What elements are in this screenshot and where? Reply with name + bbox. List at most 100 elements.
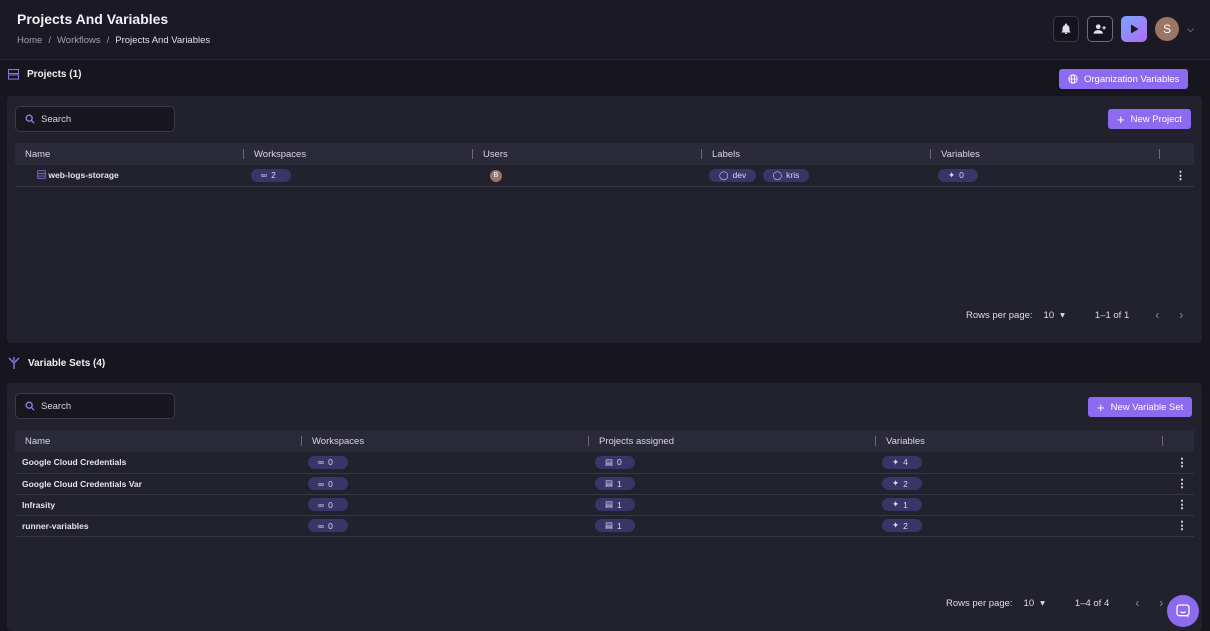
link-icon: ∞ — [261, 170, 268, 181]
column-header-workspaces[interactable]: Workspaces — [244, 143, 473, 165]
variables-chip[interactable]: ✦ 2 — [882, 477, 922, 490]
chevron-down-icon[interactable]: ⌵ — [1187, 24, 1194, 35]
row-menu-button[interactable]: ⋮ — [1163, 515, 1194, 537]
variables-chip[interactable]: ✦ 4 — [882, 455, 922, 469]
label-chip[interactable]: ◯ kris — [762, 168, 810, 182]
row-menu-button[interactable]: ⋮ — [1160, 165, 1194, 187]
variable-sets-search-input[interactable]: Search — [15, 393, 175, 419]
variables-chip[interactable]: ✦ 2 — [882, 519, 922, 532]
projects-cell: ▤ 1 — [589, 515, 876, 537]
caret-down-icon: ▾ — [1040, 597, 1045, 609]
link-icon: ∞ — [318, 478, 325, 489]
server-icon — [8, 69, 19, 80]
variables-chip[interactable]: ✦ 1 — [882, 498, 922, 511]
variables-count: 1 — [903, 499, 908, 510]
next-page-icon[interactable]: › — [1159, 596, 1163, 610]
variable-icon: ✦ — [892, 478, 900, 488]
column-header-labels[interactable]: Labels — [702, 143, 931, 165]
projects-cell: ▤ 1 — [589, 473, 876, 495]
column-header-name[interactable]: Name — [15, 143, 244, 165]
table-row[interactable]: web-logs-storage ∞ 2 B ◯ dev ◯ kris ✦ 0 ⋮ — [15, 165, 1194, 187]
previous-page-icon[interactable]: ‹ — [1135, 596, 1139, 610]
workspaces-chip[interactable]: ∞ 2 — [251, 168, 291, 182]
workspaces-count: 0 — [328, 457, 333, 468]
table-row[interactable]: Google Cloud Credentials Var ∞ 0 ▤ 1 ✦ 2 ⋮ — [15, 473, 1194, 495]
link-icon: ∞ — [318, 457, 325, 468]
variable-set-name[interactable]: runner-variables — [15, 515, 302, 537]
avatar[interactable]: S — [1155, 17, 1180, 41]
variable-sets-card: Search + New Variable Set Name Workspace… — [7, 383, 1202, 631]
variable-set-name[interactable]: Infrasity — [15, 494, 302, 516]
invite-user-button[interactable] — [1087, 16, 1114, 42]
chat-support-button[interactable] — [1167, 595, 1199, 627]
workspaces-chip[interactable]: ∞ 0 — [308, 455, 348, 469]
top-actions: S ⌵ — [1053, 16, 1194, 42]
label-text: dev — [732, 170, 747, 181]
project-icon: ▤ — [605, 499, 614, 509]
project-name-cell[interactable]: web-logs-storage — [15, 165, 244, 187]
table-row[interactable]: Infrasity ∞ 0 ▤ 1 ✦ 1 ⋮ — [15, 494, 1194, 516]
page-range: 1–1 of 1 — [1094, 309, 1130, 321]
tag-icon: ◯ — [719, 169, 729, 180]
add-user-icon — [1093, 24, 1107, 34]
user-avatar[interactable]: B — [490, 169, 502, 182]
workspaces-chip[interactable]: ∞ 0 — [308, 477, 348, 490]
variable-icon: ✦ — [948, 169, 956, 180]
variable-set-name[interactable]: Google Cloud Credentials Var — [15, 473, 302, 495]
workspaces-cell: ∞ 2 — [244, 165, 473, 187]
organization-variables-button[interactable]: Organization Variables — [1059, 69, 1189, 89]
projects-chip[interactable]: ▤ 1 — [595, 477, 635, 490]
row-menu-button[interactable]: ⋮ — [1163, 494, 1194, 516]
variable-set-icon — [8, 357, 20, 369]
page-title: Projects And Variables — [17, 11, 169, 27]
column-header-variables[interactable]: Variables — [931, 143, 1160, 165]
projects-chip[interactable]: ▤ 1 — [595, 498, 635, 511]
projects-chip[interactable]: ▤ 1 — [595, 519, 635, 532]
workspaces-chip[interactable]: ∞ 0 — [308, 519, 348, 532]
breadcrumb: Home / Workflows / Projects And Variable… — [17, 35, 210, 46]
breadcrumb-workflows[interactable]: Workflows — [57, 35, 101, 46]
row-menu-button[interactable]: ⋮ — [1163, 452, 1194, 474]
variables-count: 0 — [959, 170, 964, 181]
breadcrumb-home[interactable]: Home — [17, 35, 42, 46]
caret-down-icon: ▾ — [1060, 309, 1065, 321]
variable-sets-table: Name Workspaces Projects assigned Variab… — [15, 430, 1194, 537]
top-bar: Projects And Variables Home / Workflows … — [0, 0, 1210, 60]
workspaces-cell: ∞ 0 — [302, 515, 589, 537]
column-header-workspaces[interactable]: Workspaces — [302, 430, 589, 452]
previous-page-icon[interactable]: ‹ — [1155, 308, 1159, 322]
column-header-users[interactable]: Users — [473, 143, 702, 165]
table-row[interactable]: runner-variables ∞ 0 ▤ 1 ✦ 2 ⋮ — [15, 515, 1194, 537]
label-text: kris — [786, 170, 800, 181]
rows-per-page-value: 10 — [1043, 309, 1055, 321]
variable-set-name[interactable]: Google Cloud Credentials — [15, 452, 302, 474]
search-placeholder: Search — [41, 113, 72, 125]
rows-per-page-select[interactable]: 10 ▾ — [1044, 310, 1065, 321]
projects-chip[interactable]: ▤ 0 — [595, 455, 635, 469]
projects-search-input[interactable]: Search — [15, 106, 175, 132]
table-row[interactable]: Google Cloud Credentials ∞ 0 ▤ 0 ✦ 4 ⋮ — [15, 452, 1194, 474]
organization-variables-label: Organization Variables — [1084, 73, 1180, 85]
table-header-row: Name Workspaces Projects assigned Variab… — [15, 430, 1194, 452]
new-variable-set-button[interactable]: + New Variable Set — [1088, 397, 1193, 417]
projects-table: Name Workspaces Users Labels Variables w… — [15, 143, 1194, 187]
next-page-icon[interactable]: › — [1179, 308, 1183, 322]
rows-per-page-select[interactable]: 10 ▾ — [1024, 598, 1045, 609]
new-project-button[interactable]: + New Project — [1108, 109, 1191, 129]
column-header-projects-assigned[interactable]: Projects assigned — [589, 430, 876, 452]
column-header-variables[interactable]: Variables — [876, 430, 1163, 452]
projects-count: 0 — [617, 457, 622, 468]
column-header-name[interactable]: Name — [15, 430, 302, 452]
plus-icon: + — [1097, 399, 1105, 415]
variables-count: 2 — [903, 520, 908, 531]
variables-chip[interactable]: ✦ 0 — [938, 168, 978, 182]
variables-cell: ✦ 1 — [876, 494, 1163, 516]
breadcrumb-separator: / — [106, 35, 110, 46]
plus-icon: + — [1117, 111, 1125, 127]
variables-cell: ✦ 0 — [931, 165, 1160, 187]
row-menu-button[interactable]: ⋮ — [1163, 473, 1194, 495]
notifications-button[interactable] — [1053, 16, 1080, 42]
workspaces-chip[interactable]: ∞ 0 — [308, 498, 348, 511]
run-button[interactable] — [1121, 16, 1148, 42]
label-chip[interactable]: ◯ dev — [709, 168, 757, 182]
